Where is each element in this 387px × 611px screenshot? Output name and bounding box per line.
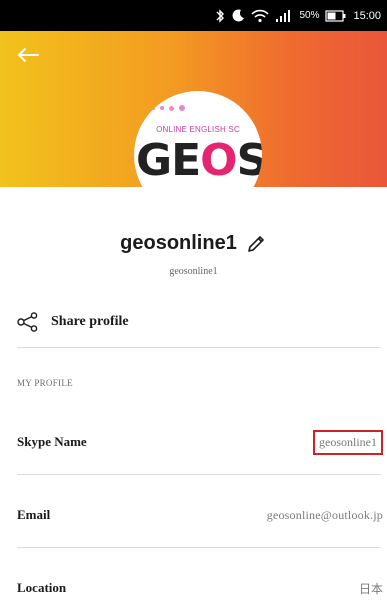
- field-value-location: 日本: [358, 581, 383, 596]
- field-row-skype-name[interactable]: Skype Name geosonline1: [17, 424, 383, 460]
- logo-tagline: ONLINE ENGLISH SC: [156, 125, 240, 134]
- divider: [17, 547, 381, 548]
- logo-dots: [152, 105, 185, 111]
- clock: 15:00: [353, 9, 381, 22]
- share-profile-label: Share profile: [51, 314, 129, 329]
- share-icon: [17, 312, 38, 332]
- battery-percent: 50%: [299, 10, 320, 21]
- field-row-location[interactable]: Location 日本: [17, 570, 383, 606]
- status-bar: 50% 15:00: [0, 0, 387, 31]
- field-value-skype-name: geosonline1: [313, 429, 383, 455]
- field-row-email[interactable]: Email geosonline@outlook.jp: [17, 497, 383, 533]
- field-label: Location: [17, 580, 67, 595]
- signal-icon: [275, 9, 293, 23]
- username: geosonline1: [169, 266, 218, 277]
- battery-icon: [325, 9, 347, 22]
- display-name: geosonline1: [120, 232, 237, 254]
- pencil-icon: [248, 235, 264, 252]
- share-profile-button[interactable]: Share profile: [17, 304, 381, 340]
- logo-wordmark: GEOS: [136, 135, 262, 186]
- wifi-icon: [251, 9, 270, 23]
- field-label: Skype Name: [17, 434, 87, 449]
- divider: [17, 347, 381, 348]
- profile-header: ONLINE ENGLISH SC GEOS: [0, 31, 387, 187]
- bluetooth-icon: [214, 8, 226, 23]
- avatar[interactable]: ONLINE ENGLISH SC GEOS: [134, 91, 262, 187]
- moon-icon: [232, 9, 245, 22]
- profile-name-row: geosonline1: [0, 232, 387, 255]
- field-label: Email: [17, 507, 51, 522]
- section-title: MY PROFILE: [17, 378, 73, 388]
- divider: [17, 474, 381, 475]
- logo-accent-letter: O: [200, 135, 237, 186]
- field-value-email: geosonline@outlook.jp: [266, 507, 383, 522]
- edit-name-button[interactable]: [245, 233, 267, 255]
- back-button[interactable]: [14, 43, 42, 67]
- back-arrow-icon: [18, 48, 39, 62]
